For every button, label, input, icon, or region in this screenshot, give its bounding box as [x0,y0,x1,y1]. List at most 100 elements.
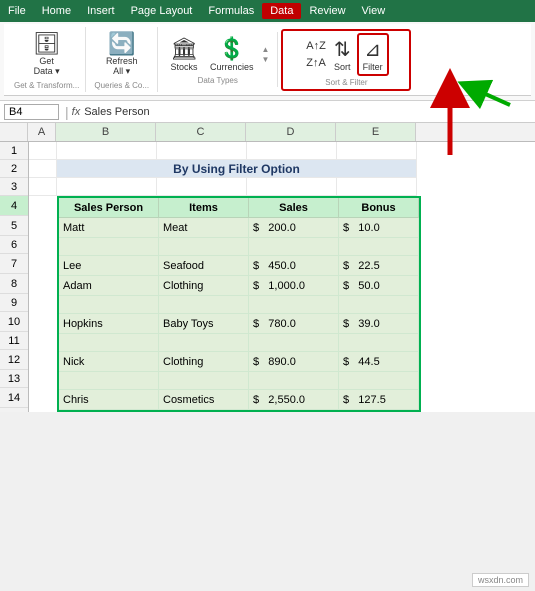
cell-c9[interactable] [159,296,249,314]
cell-d8[interactable]: $ 1,000.0 [249,276,339,296]
stocks-button[interactable]: 🏛 Stocks [166,34,202,74]
spreadsheet-body: 1 2 3 4 5 6 7 8 9 10 11 12 13 14 [0,142,535,412]
cell-c4[interactable]: Items [159,198,249,218]
cell-c7[interactable]: Seafood [159,256,249,276]
cell-d12[interactable]: $ 890.0 [249,352,339,372]
row-header-6: 6 [0,236,28,254]
col-headers: A B C D E [0,123,535,142]
sort-az-button[interactable]: A↑Z [304,38,328,54]
cell-d11[interactable] [249,334,339,352]
cell-e11[interactable] [339,334,419,352]
cell-c6[interactable] [159,238,249,256]
cell-a1[interactable] [29,142,57,160]
cell-d13[interactable] [249,372,339,390]
filter-button[interactable]: ⊿ Filter [357,33,389,76]
cell-e12[interactable]: $ 44.5 [339,352,419,372]
filter-icon: ⊿ [364,37,381,62]
cell-b6[interactable] [59,238,159,256]
cell-b2-title[interactable]: By Using Filter Option [57,160,417,178]
sort-label: Sort [334,62,351,72]
menu-review[interactable]: Review [301,3,353,19]
cell-b14[interactable]: Chris [59,390,159,410]
menu-insert[interactable]: Insert [79,3,123,19]
cell-c3[interactable] [157,178,247,196]
sort-za-button[interactable]: Z↑A [304,55,328,71]
refresh-all-button[interactable]: 🔄 RefreshAll ▾ [102,29,142,79]
cell-b8[interactable]: Adam [59,276,159,296]
cell-d7[interactable]: $ 450.0 [249,256,339,276]
cell-d6[interactable] [249,238,339,256]
currencies-button[interactable]: 💲 Currencies [206,34,258,74]
cell-a2[interactable] [29,160,57,178]
get-data-icon: 🗄 [33,31,61,57]
currencies-label: Currencies [210,62,254,72]
cell-b7[interactable]: Lee [59,256,159,276]
menu-home[interactable]: Home [34,3,79,19]
cell-b4[interactable]: Sales Person [59,198,159,218]
row-14: Chris Cosmetics $ 2,550.0 $ 127.5 [59,390,419,410]
menu-pagelayout[interactable]: Page Layout [123,3,201,19]
sort-az-icon: A↑Z [306,40,326,52]
cell-c8[interactable]: Clothing [159,276,249,296]
cell-e5[interactable]: $ 10.0 [339,218,419,238]
row-header-11: 11 [0,332,28,350]
row-1 [29,142,535,160]
get-data-button[interactable]: 🗄 GetData ▾ [29,29,65,79]
cell-d4[interactable]: Sales [249,198,339,218]
cell-b10[interactable]: Hopkins [59,314,159,334]
cell-c10[interactable]: Baby Toys [159,314,249,334]
cell-b1[interactable] [57,142,157,160]
cell-b5[interactable]: Matt [59,218,159,238]
menu-formulas[interactable]: Formulas [200,3,262,19]
get-data-label: GetData ▾ [34,57,60,77]
row-header-10: 10 [0,312,28,332]
cell-c1[interactable] [157,142,247,160]
col-header-e: E [336,123,416,141]
cell-d14[interactable]: $ 2,550.0 [249,390,339,410]
row-3 [29,178,535,196]
ribbon: 🗄 GetData ▾ Get & Transform... 🔄 Refresh… [0,22,535,101]
data-types-label: Data Types [198,76,238,85]
stocks-icon: 🏛 [170,36,198,62]
cell-d1[interactable] [247,142,337,160]
cell-d3[interactable] [247,178,337,196]
cell-e9[interactable] [339,296,419,314]
menu-data[interactable]: Data [262,3,301,19]
cell-b3[interactable] [57,178,157,196]
cell-e10[interactable]: $ 39.0 [339,314,419,334]
cell-c5[interactable]: Meat [159,218,249,238]
cell-c12[interactable]: Clothing [159,352,249,372]
menu-file[interactable]: File [0,3,34,19]
cell-b9[interactable] [59,296,159,314]
watermark: wsxdn.com [472,573,529,587]
row-5: Matt Meat $ 200.0 $ 10.0 [59,218,419,238]
cell-d5[interactable]: $ 200.0 [249,218,339,238]
cell-b12[interactable]: Nick [59,352,159,372]
menu-view[interactable]: View [354,3,394,19]
cell-e4[interactable]: Bonus [339,198,419,218]
cell-c14[interactable]: Cosmetics [159,390,249,410]
cell-d10[interactable]: $ 780.0 [249,314,339,334]
row-header-3: 3 [0,178,28,196]
cell-b11[interactable] [59,334,159,352]
cell-b13[interactable] [59,372,159,390]
cell-e8[interactable]: $ 50.0 [339,276,419,296]
refresh-label: RefreshAll ▾ [106,57,138,77]
name-box[interactable] [4,104,59,120]
row-header-9: 9 [0,294,28,312]
stocks-label: Stocks [171,62,198,72]
cell-e13[interactable] [339,372,419,390]
cell-e6[interactable] [339,238,419,256]
cell-a3[interactable] [29,178,57,196]
sort-button[interactable]: ⇅ Sort [330,35,355,74]
cell-d9[interactable] [249,296,339,314]
cell-e1[interactable] [337,142,417,160]
cell-e3[interactable] [337,178,417,196]
col-header-a: A [28,123,56,141]
cell-c13[interactable] [159,372,249,390]
cell-c11[interactable] [159,334,249,352]
row-10: Hopkins Baby Toys $ 780.0 $ 39.0 [59,314,419,334]
cell-e14[interactable]: $ 127.5 [339,390,419,410]
cell-e7[interactable]: $ 22.5 [339,256,419,276]
row-12: Nick Clothing $ 890.0 $ 44.5 [59,352,419,372]
